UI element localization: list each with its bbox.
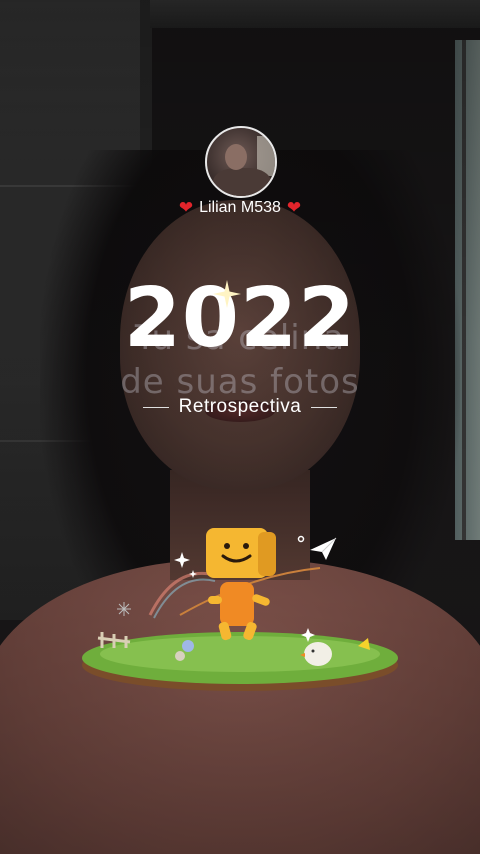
username: Lilian M538	[199, 199, 281, 216]
subtitle-row: Retrospectiva	[0, 396, 480, 418]
heart-icon: ❤	[286, 198, 302, 217]
divider	[311, 406, 338, 408]
flower	[182, 640, 194, 652]
divider	[142, 406, 169, 408]
sparkle-icon	[213, 280, 241, 308]
chick	[304, 642, 332, 666]
mascot-scene	[80, 520, 410, 710]
mascot-body	[220, 582, 254, 626]
subtitle: Retrospectiva	[178, 396, 302, 417]
fence	[97, 632, 131, 648]
heart-icon: ❤	[178, 198, 194, 217]
burst-icon	[117, 602, 131, 616]
sparkle-icon	[174, 552, 190, 568]
avatar[interactable]	[205, 126, 277, 198]
username-row: ❤ Lilian M538 ❤	[0, 198, 480, 218]
